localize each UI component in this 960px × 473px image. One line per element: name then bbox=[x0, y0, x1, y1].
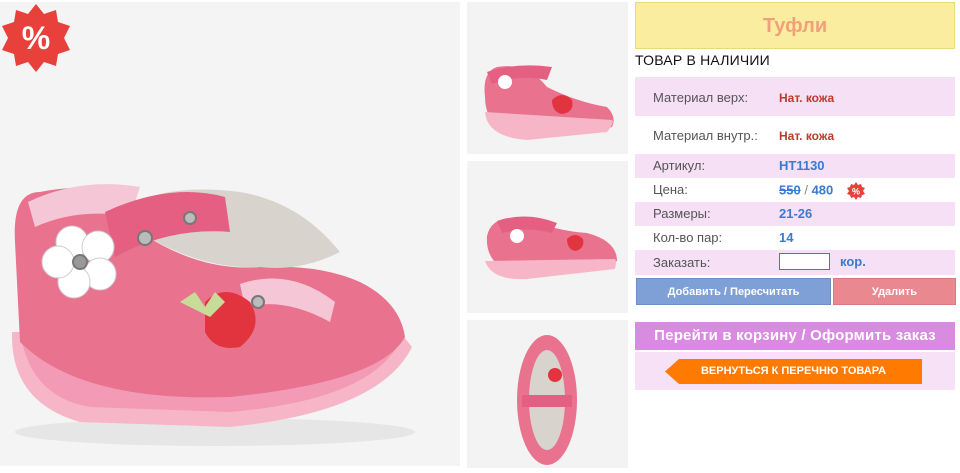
spec-row-order: Заказать: кор. bbox=[635, 250, 955, 275]
spec-row-material-top: Материал верх: Нат. кожа bbox=[635, 77, 955, 116]
product-title: Туфли bbox=[635, 2, 955, 49]
spec-value: Нат. кожа bbox=[779, 129, 835, 143]
price-label: Цена: bbox=[653, 182, 688, 197]
spec-value: HT1130 bbox=[779, 158, 825, 173]
shoe-top-thumb bbox=[517, 335, 577, 465]
spec-row-sizes: Размеры: 21-26 bbox=[635, 202, 955, 226]
order-quantity-input[interactable] bbox=[779, 253, 830, 270]
pairs-value: 14 bbox=[779, 230, 794, 245]
thumbnail-3[interactable] bbox=[467, 320, 628, 468]
shoe-angle-thumb bbox=[485, 216, 617, 280]
spec-row-material-inner: Материал внутр.: Нат. кожа bbox=[635, 116, 955, 154]
back-to-list-button[interactable]: ВЕРНУТЬСЯ К ПЕРЕЧНЮ ТОВАРА bbox=[665, 359, 922, 384]
price-separator: / bbox=[804, 182, 808, 198]
price-value: 550 / 480 % bbox=[779, 182, 865, 200]
sale-badge-icon: % bbox=[2, 4, 70, 72]
mini-sale-icon: % bbox=[846, 182, 865, 200]
main-product-image[interactable]: % bbox=[0, 2, 460, 466]
add-recalculate-button[interactable]: Добавить / Пересчитать bbox=[636, 278, 831, 305]
sizes-label: Размеры: bbox=[653, 206, 711, 221]
spec-label: Материал внутр.: bbox=[653, 128, 758, 143]
old-price: 550 bbox=[779, 182, 801, 198]
shoe-side-thumb bbox=[484, 65, 614, 140]
stock-status: ТОВАР В НАЛИЧИИ bbox=[635, 52, 770, 68]
sizes-value: 21-26 bbox=[779, 206, 813, 221]
back-to-list-label: ВЕРНУТЬСЯ К ПЕРЕЧНЮ ТОВАРА bbox=[700, 365, 887, 377]
mini-sale-text: % bbox=[852, 187, 860, 197]
new-price: 480 bbox=[811, 182, 834, 198]
order-label: Заказать: bbox=[653, 255, 711, 270]
go-to-cart-button[interactable]: Перейти в корзину / Оформить заказ bbox=[635, 322, 955, 350]
pairs-label: Кол-во пар: bbox=[653, 230, 723, 245]
sale-badge-text: % bbox=[22, 20, 50, 56]
spec-label: Артикул: bbox=[653, 158, 706, 173]
back-area: ВЕРНУТЬСЯ К ПЕРЕЧНЮ ТОВАРА bbox=[635, 352, 955, 390]
thumbnail-2[interactable] bbox=[467, 161, 628, 313]
spec-row-pairs: Кол-во пар: 14 bbox=[635, 226, 955, 250]
spec-row-price: Цена: 550 / 480 % bbox=[635, 178, 955, 202]
order-unit: кор. bbox=[840, 254, 866, 269]
spec-value: Нат. кожа bbox=[779, 91, 835, 105]
thumbnail-1[interactable] bbox=[467, 2, 628, 154]
spec-label: Материал верх: bbox=[653, 90, 749, 105]
spec-row-article: Артикул: HT1130 bbox=[635, 154, 955, 178]
delete-button[interactable]: Удалить bbox=[833, 278, 956, 305]
